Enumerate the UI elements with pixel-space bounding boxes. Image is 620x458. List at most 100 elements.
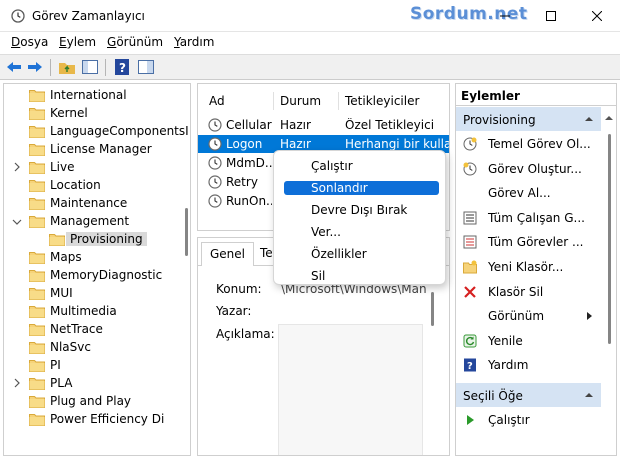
menu-eylem[interactable]: Eylem xyxy=(59,35,96,49)
action-item[interactable]: ? Yardım xyxy=(456,354,601,376)
minimize-button[interactable] xyxy=(482,0,528,32)
tree-item[interactable]: Kernel xyxy=(4,104,176,122)
tree-item-label: Maps xyxy=(50,250,82,264)
task-trigger: Özel Tetikleyici xyxy=(345,118,435,132)
tab-general[interactable]: Genel xyxy=(201,242,255,266)
action-item[interactable]: Tüm Görevler ... xyxy=(456,231,601,253)
tree-item[interactable]: Live xyxy=(4,158,176,176)
clock-icon xyxy=(208,118,222,132)
action-item[interactable]: Tüm Çalışan G... xyxy=(456,207,601,229)
column-separator xyxy=(338,92,339,110)
task-trigger: Herhangi bir kullanı xyxy=(345,137,449,151)
actions-pane: Eylemler Provisioning Temel Görev Ol... Gö… xyxy=(455,83,617,456)
folder-icon xyxy=(29,270,45,282)
toolbar-separator xyxy=(105,59,106,76)
toolbar: ? xyxy=(0,54,620,80)
menu-gorunum[interactable]: Görünüm xyxy=(107,35,163,49)
tree-item[interactable]: International xyxy=(4,86,176,104)
tree-item-label: LanguageComponentsI xyxy=(50,124,189,138)
tree-item[interactable]: Plug and Play xyxy=(4,392,176,410)
tree-item[interactable]: Provisioning xyxy=(4,230,176,248)
tree-item-label: Provisioning xyxy=(66,232,147,246)
context-item-end[interactable]: Sonlandır xyxy=(284,181,439,195)
tree-item[interactable]: License Manager xyxy=(4,140,176,158)
tree-item[interactable]: MUI xyxy=(4,284,176,302)
actions-section-header[interactable]: Seçili Öğe xyxy=(456,383,601,407)
task-row[interactable]: Cellular Hazır Özel Tetikleyici xyxy=(198,116,449,134)
actions-scrollbar-thumb[interactable] xyxy=(608,134,611,344)
tree-item[interactable]: PLA xyxy=(4,374,176,392)
details-scrollbar-thumb[interactable] xyxy=(431,292,434,326)
description-box[interactable] xyxy=(278,324,423,455)
folder-icon xyxy=(29,180,45,192)
action-item[interactable]: Görev Al... xyxy=(456,182,601,204)
tree-item[interactable]: Management xyxy=(4,212,176,230)
tree-item-label: International xyxy=(50,88,127,102)
action-item[interactable]: Çalıştır xyxy=(456,409,601,431)
column-header-status[interactable]: Durum xyxy=(280,94,321,108)
action-item[interactable]: Yeni Klasör... xyxy=(456,256,601,278)
action-item[interactable]: Klasör Sil xyxy=(456,281,601,303)
tree-item[interactable]: Location xyxy=(4,176,176,194)
up-folder-icon[interactable] xyxy=(58,58,76,76)
action-item[interactable]: Görev Oluştur... xyxy=(456,158,601,180)
tree-item-label: MemoryDiagnostic xyxy=(50,268,163,282)
task-status: Hazır xyxy=(280,137,311,151)
clock-icon xyxy=(208,194,222,208)
actions-divider xyxy=(456,105,616,106)
actions-section-header[interactable]: Provisioning xyxy=(456,107,601,131)
column-header-triggers[interactable]: Tetikleyiciler xyxy=(345,94,419,108)
action-item[interactable]: Yenile xyxy=(456,330,601,352)
help-book-icon[interactable]: ? xyxy=(113,58,131,76)
tab-triggers[interactable]: Tet xyxy=(252,242,274,266)
tree-item[interactable]: LanguageComponentsI xyxy=(4,122,189,140)
context-item-run[interactable]: Çalıştır xyxy=(311,159,353,179)
chevron-down-icon[interactable] xyxy=(12,215,22,227)
menu-yardim[interactable]: Yardım xyxy=(174,35,214,49)
clock-icon xyxy=(208,137,222,151)
action-label: Temel Görev Ol... xyxy=(488,137,591,151)
task-name: RunOn... xyxy=(226,194,272,208)
maximize-icon xyxy=(546,11,556,21)
tree-scrollbar[interactable] xyxy=(181,84,190,455)
tree-item[interactable]: MemoryDiagnostic xyxy=(4,266,176,284)
tree-item[interactable]: Maintenance xyxy=(4,194,176,212)
maximize-button[interactable] xyxy=(528,0,574,32)
forward-arrow-icon[interactable] xyxy=(26,58,44,76)
show-hide-tree-icon[interactable] xyxy=(81,58,99,76)
tree-item[interactable]: PI xyxy=(4,356,176,374)
show-hide-action-pane-icon[interactable] xyxy=(137,58,155,76)
chevron-right-icon[interactable] xyxy=(12,377,22,389)
column-header-name[interactable]: Ad xyxy=(209,94,225,108)
tree-item-label: NetTrace xyxy=(50,322,103,336)
context-item-export[interactable]: Ver... xyxy=(311,225,341,245)
tree-item-label: Kernel xyxy=(50,106,88,120)
back-arrow-icon[interactable] xyxy=(5,58,23,76)
collapse-up-icon[interactable] xyxy=(584,391,594,399)
folder-icon xyxy=(49,234,65,246)
context-menu: Çalıştır Sonlandır Devre Dışı Bırak Ver.… xyxy=(273,150,446,285)
scroll-up-icon[interactable] xyxy=(604,114,614,122)
folder-icon xyxy=(29,414,45,426)
action-item[interactable]: Görünüm xyxy=(456,305,601,327)
tree-item[interactable]: NetTrace xyxy=(4,320,176,338)
actions-scrollbar[interactable] xyxy=(603,106,616,446)
tree-item[interactable]: Maps xyxy=(4,248,176,266)
menu-dosya[interactable]: Dosya xyxy=(11,35,48,49)
task-status: Hazır xyxy=(280,118,311,132)
context-item-delete[interactable]: Sil xyxy=(311,269,325,289)
tree-scrollbar-thumb[interactable] xyxy=(185,208,188,256)
context-item-properties[interactable]: Özellikler xyxy=(311,247,367,267)
collapse-up-icon[interactable] xyxy=(584,115,594,123)
delete-folder-icon xyxy=(464,285,476,298)
action-item[interactable]: Temel Görev Ol... xyxy=(456,133,601,155)
task-name: Logon xyxy=(226,137,263,151)
action-label: Görev Oluştur... xyxy=(488,161,582,176)
context-item-disable[interactable]: Devre Dışı Bırak xyxy=(311,203,407,223)
chevron-right-icon[interactable] xyxy=(12,161,22,173)
tree-item[interactable]: NlaSvc xyxy=(4,338,176,356)
tree-item[interactable]: Power Efficiency Di xyxy=(4,410,176,428)
tree-item[interactable]: Multimedia xyxy=(4,302,176,320)
svg-text:?: ? xyxy=(119,61,126,75)
close-button[interactable] xyxy=(574,0,620,32)
